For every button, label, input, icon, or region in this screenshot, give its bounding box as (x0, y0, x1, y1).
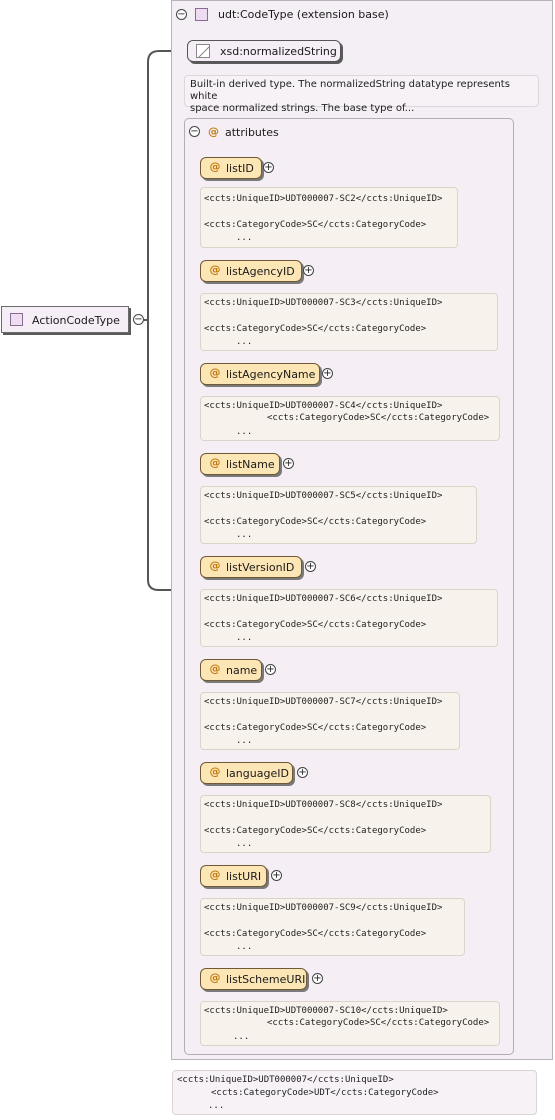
expand-toggle-listagencyid[interactable]: + (303, 265, 314, 276)
collapse-toggle-attributes[interactable]: − (189, 126, 200, 137)
attribute-box-listagencyname[interactable]: @ listAgencyName (200, 363, 320, 385)
attribute-name: languageID (226, 767, 289, 780)
attribute-at-icon: @ (209, 160, 221, 173)
expand-toggle-listschemeuri[interactable]: + (312, 973, 323, 984)
attribute-box-listuri[interactable]: @ listURI (200, 865, 267, 887)
attribute-documentation: <ccts:UniqueID>UDT000007-SC6</ccts:Uniqu… (200, 589, 498, 647)
attribute-box-listagencyid[interactable]: @ listAgencyID (200, 260, 302, 282)
attribute-at-icon: @ (209, 366, 221, 379)
doc-line: <ccts:CategoryCode>SC</ccts:CategoryCode… (204, 826, 427, 836)
expand-toggle-listversionid[interactable]: + (305, 561, 316, 572)
base-type-box[interactable]: xsd:normalizedString (187, 40, 341, 62)
doc-line: ... (236, 839, 253, 849)
attribute-at-icon: @ (209, 765, 221, 778)
collapse-toggle-extension[interactable]: − (176, 9, 187, 20)
attribute-name: listVersionID (226, 561, 295, 574)
doc-line: <ccts:UniqueID>UDT000007-SC9</ccts:Uniqu… (204, 903, 443, 913)
attribute-documentation: <ccts:UniqueID>UDT000007-SC10</ccts:Uniq… (200, 1001, 500, 1046)
attribute-name: listURI (226, 870, 262, 883)
expand-toggle-listagencyname[interactable]: + (322, 368, 333, 379)
doc-line: ... (236, 633, 253, 643)
doc-line: <ccts:UniqueID>UDT000007-SC2</ccts:Uniqu… (204, 194, 443, 204)
doc-line: <ccts:CategoryCode>SC</ccts:CategoryCode… (204, 517, 427, 527)
doc-line: <ccts:UniqueID>UDT000007-SC7</ccts:Uniqu… (204, 697, 443, 707)
doc-line: <ccts:UniqueID>UDT000007-SC3</ccts:Uniqu… (204, 298, 443, 308)
doc-line: ... (236, 233, 253, 243)
doc-line: ... (236, 942, 253, 952)
doc-line: ... (236, 530, 253, 540)
doc-line: <ccts:CategoryCode>SC</ccts:CategoryCode… (204, 324, 427, 334)
doc-line: <ccts:CategoryCode>SC</ccts:CategoryCode… (267, 1018, 490, 1028)
doc-line: <ccts:CategoryCode>SC</ccts:CategoryCode… (204, 723, 427, 733)
doc-line: ... (236, 337, 253, 347)
attribute-documentation: <ccts:UniqueID>UDT000007-SC4</ccts:Uniqu… (200, 396, 500, 441)
expand-toggle-languageid[interactable]: + (297, 767, 308, 778)
doc-line: <ccts:UniqueID>UDT000007-SC5</ccts:Uniqu… (204, 491, 443, 501)
base-type-label: xsd:normalizedString (220, 45, 337, 58)
doc-line: <ccts:CategoryCode>SC</ccts:CategoryCode… (204, 220, 427, 230)
doc-line: <ccts:CategoryCode>SC</ccts:CategoryCode… (204, 620, 427, 630)
type-icon (195, 8, 208, 21)
expand-toggle-listname[interactable]: + (283, 458, 294, 469)
attribute-at-icon: @ (209, 263, 221, 276)
attributes-title: attributes (225, 126, 279, 139)
base-doc-line: space normalized strings. The base type … (190, 103, 415, 114)
attribute-name: name (226, 664, 258, 677)
attribute-at-icon: @ (209, 456, 221, 469)
attribute-at-icon: @ (209, 559, 221, 572)
attribute-box-listversionid[interactable]: @ listVersionID (200, 556, 302, 578)
type-documentation: <ccts:UniqueID>UDT000007</ccts:UniqueID>… (172, 1070, 537, 1115)
attribute-documentation: <ccts:UniqueID>UDT000007-SC5</ccts:Uniqu… (200, 486, 477, 544)
attribute-documentation: <ccts:UniqueID>UDT000007-SC2</ccts:Uniqu… (200, 187, 458, 248)
attribute-documentation: <ccts:UniqueID>UDT000007-SC9</ccts:Uniqu… (200, 898, 465, 956)
attribute-name: listName (226, 458, 275, 471)
attribute-documentation: <ccts:UniqueID>UDT000007-SC3</ccts:Uniqu… (200, 293, 498, 351)
doc-line: ... (236, 427, 253, 437)
doc-line: <ccts:CategoryCode>UDT</ccts:CategoryCod… (211, 1088, 439, 1098)
simple-type-icon (196, 44, 210, 58)
attribute-at-icon: @ (209, 868, 221, 881)
attribute-box-listname[interactable]: @ listName (200, 453, 280, 475)
attribute-name: listID (226, 162, 254, 175)
attribute-box-languageid[interactable]: @ languageID (200, 762, 293, 784)
expand-toggle-name[interactable]: + (265, 664, 276, 675)
doc-line: <ccts:UniqueID>UDT000007-SC4</ccts:Uniqu… (204, 401, 443, 411)
base-doc-line: Built-in derived type. The normalizedStr… (190, 79, 510, 102)
expand-toggle-listid[interactable]: + (263, 162, 274, 173)
base-type-documentation: Built-in derived type. The normalizedStr… (184, 75, 539, 114)
collapse-toggle-root[interactable]: − (133, 314, 144, 325)
attribute-documentation: <ccts:UniqueID>UDT000007-SC7</ccts:Uniqu… (200, 692, 460, 750)
extension-title: udt:CodeType (extension base) (218, 8, 389, 21)
doc-line: ... (233, 1032, 250, 1042)
doc-line: ... (236, 736, 253, 746)
attribute-name: listAgencyName (226, 368, 316, 381)
attribute-box-listschemeuri[interactable]: @ listSchemeURI (200, 968, 307, 990)
doc-line: ... (208, 1101, 225, 1111)
doc-line: <ccts:UniqueID>UDT000007</ccts:UniqueID> (177, 1075, 394, 1085)
attribute-documentation: <ccts:UniqueID>UDT000007-SC8</ccts:Uniqu… (200, 795, 491, 853)
attribute-name: listAgencyID (226, 265, 295, 278)
attribute-at-icon: @ (208, 125, 219, 138)
root-element-label: ActionCodeType (32, 314, 120, 327)
attribute-at-icon: @ (209, 662, 221, 675)
root-element-box[interactable]: ActionCodeType (1, 306, 129, 333)
doc-line: <ccts:UniqueID>UDT000007-SC10</ccts:Uniq… (204, 1006, 448, 1016)
doc-line: <ccts:CategoryCode>SC</ccts:CategoryCode… (267, 413, 490, 423)
expand-toggle-listuri[interactable]: + (271, 870, 282, 881)
doc-line: <ccts:CategoryCode>SC</ccts:CategoryCode… (204, 929, 427, 939)
attribute-box-listid[interactable]: @ listID (200, 157, 262, 179)
element-icon (10, 313, 23, 326)
attribute-at-icon: @ (209, 971, 221, 984)
doc-line: <ccts:UniqueID>UDT000007-SC8</ccts:Uniqu… (204, 800, 443, 810)
attribute-name: listSchemeURI (226, 973, 306, 986)
doc-line: <ccts:UniqueID>UDT000007-SC6</ccts:Uniqu… (204, 594, 443, 604)
attribute-box-name[interactable]: @ name (200, 659, 262, 681)
